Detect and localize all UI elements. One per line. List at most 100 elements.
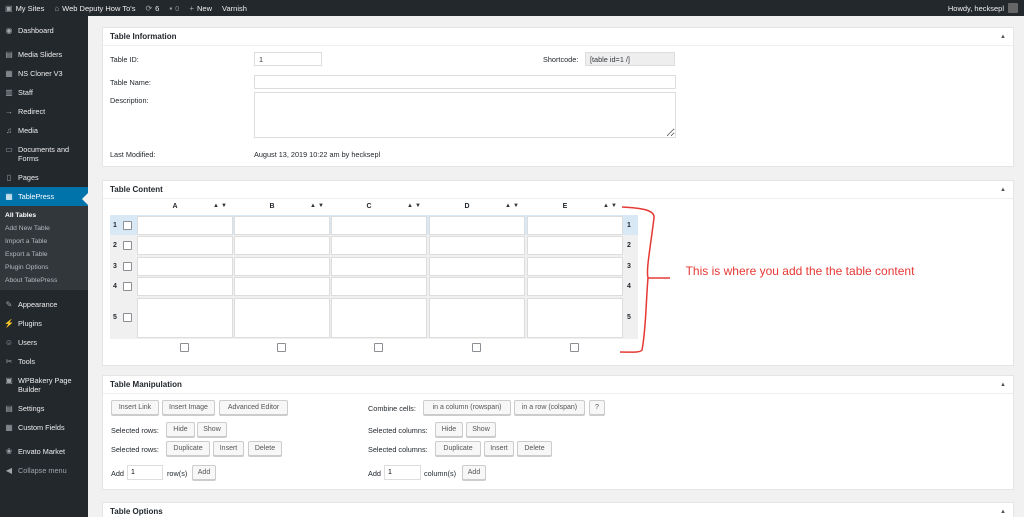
table-information-header[interactable]: Table Information ▲ — [103, 28, 1013, 46]
sidebar-item-pages[interactable]: ▯ Pages — [0, 168, 88, 187]
sort-arrows-icon[interactable]: ▲▼ — [213, 203, 229, 209]
sidebar-item-custom-fields[interactable]: ▦ Custom Fields — [0, 418, 88, 437]
collapse-toggle-icon[interactable]: ▲ — [1000, 187, 1006, 193]
row-select-checkbox[interactable] — [123, 281, 132, 291]
sidebar-item-redirect[interactable]: → Redirect — [0, 102, 88, 121]
table-cell-input[interactable] — [234, 298, 330, 338]
add-rows-button[interactable]: Add — [192, 465, 216, 480]
table-cell-input[interactable] — [429, 216, 525, 235]
duplicate-rows-button[interactable]: Duplicate — [166, 441, 210, 456]
hide-rows-button[interactable]: Hide — [166, 422, 195, 437]
last-modified-value: August 13, 2019 10:22 am by hecksepl — [254, 150, 381, 159]
collapse-menu-button[interactable]: ◀ Collapse menu — [0, 461, 88, 480]
table-cell-input[interactable] — [137, 298, 233, 338]
column-select-checkbox[interactable] — [277, 343, 286, 352]
column-select-checkbox[interactable] — [180, 343, 189, 352]
submenu-about[interactable]: About TablePress — [0, 274, 88, 287]
sidebar-item-label: Collapse menu — [18, 466, 67, 475]
table-cell-input[interactable] — [137, 277, 233, 296]
table-cell-input[interactable] — [429, 298, 525, 338]
row-select-checkbox[interactable] — [123, 313, 132, 322]
submenu-all-tables[interactable]: All Tables — [0, 209, 88, 222]
insert-columns-button[interactable]: Insert — [484, 441, 514, 456]
column-select-checkbox[interactable] — [570, 343, 579, 352]
sidebar-item-staff[interactable]: ▥ Staff — [0, 83, 88, 102]
table-cell-input[interactable] — [137, 236, 233, 255]
staff-icon: ▥ — [5, 88, 13, 97]
delete-rows-button[interactable]: Delete — [248, 441, 282, 456]
table-cell-input[interactable] — [331, 277, 427, 296]
sidebar-item-ns-cloner[interactable]: ▦ NS Cloner V3 — [0, 64, 88, 83]
table-content-header[interactable]: Table Content ▲ — [103, 181, 1013, 199]
show-columns-button[interactable]: Show — [466, 422, 496, 437]
table-cell-input[interactable] — [137, 257, 233, 276]
collapse-toggle-icon[interactable]: ▲ — [1000, 382, 1006, 388]
table-cell-input[interactable] — [429, 277, 525, 296]
table-name-input[interactable] — [254, 75, 676, 89]
combine-rowspan-button[interactable]: in a column (rowspan) — [423, 400, 511, 415]
sidebar-item-appearance[interactable]: ✎ Appearance — [0, 295, 88, 314]
hide-columns-button[interactable]: Hide — [435, 422, 463, 437]
sidebar-item-users[interactable]: ☺ Users — [0, 333, 88, 352]
table-manipulation-header[interactable]: Table Manipulation ▲ — [103, 376, 1013, 394]
table-cell-input[interactable] — [137, 216, 233, 235]
insert-link-button[interactable]: Insert Link — [111, 400, 159, 415]
add-columns-button[interactable]: Add — [462, 465, 486, 480]
table-id-input[interactable] — [254, 52, 322, 66]
table-cell-input[interactable] — [234, 216, 330, 235]
site-name-link[interactable]: ⌂ Web Deputy How To's — [49, 0, 140, 16]
collapse-toggle-icon[interactable]: ▲ — [1000, 509, 1006, 515]
submenu-add-new-table[interactable]: Add New Table — [0, 222, 88, 235]
table-options-header[interactable]: Table Options ▲ — [103, 503, 1013, 517]
account-menu[interactable]: Howdy, hecksepl — [948, 3, 1024, 13]
sidebar-item-tools[interactable]: ✂ Tools — [0, 352, 88, 371]
sidebar-item-documents[interactable]: ▭ Documents and Forms — [0, 140, 88, 168]
table-cell-input[interactable] — [234, 236, 330, 255]
column-select-checkbox[interactable] — [374, 343, 383, 352]
row-select-checkbox[interactable] — [123, 261, 132, 271]
table-cell-input[interactable] — [429, 236, 525, 255]
table-cell-input[interactable] — [429, 257, 525, 276]
updates-link[interactable]: ⟳ 6 — [140, 0, 164, 16]
sort-arrows-icon[interactable]: ▲▼ — [310, 203, 326, 209]
show-rows-button[interactable]: Show — [197, 422, 227, 437]
row-select-checkbox[interactable] — [123, 240, 132, 250]
table-cell-input[interactable] — [331, 236, 427, 255]
sidebar-item-dashboard[interactable]: ◉ Dashboard — [0, 21, 88, 40]
sidebar-item-media[interactable]: ♫ Media — [0, 121, 88, 140]
sidebar-item-media-sliders[interactable]: ▤ Media Sliders — [0, 45, 88, 64]
row-select-checkbox[interactable] — [123, 220, 132, 230]
table-cell-input[interactable] — [234, 277, 330, 296]
sidebar-item-envato[interactable]: ❀ Envato Market — [0, 442, 88, 461]
insert-image-button[interactable]: Insert Image — [162, 400, 215, 415]
sidebar-item-wpbakery[interactable]: ▣ WPBakery Page Builder — [0, 371, 88, 399]
add-columns-input[interactable] — [384, 465, 421, 480]
duplicate-columns-button[interactable]: Duplicate — [435, 441, 481, 456]
column-select-checkbox[interactable] — [472, 343, 481, 352]
sidebar-item-plugins[interactable]: ⚡ Plugins — [0, 314, 88, 333]
new-content-link[interactable]: + New — [184, 0, 217, 16]
table-cell-input[interactable] — [331, 257, 427, 276]
table-cell-input[interactable] — [331, 298, 427, 338]
table-cell-input[interactable] — [331, 216, 427, 235]
shortcode-field[interactable] — [585, 52, 675, 66]
submenu-import-table[interactable]: Import a Table — [0, 235, 88, 248]
table-cell-input[interactable] — [234, 257, 330, 276]
insert-rows-button[interactable]: Insert — [213, 441, 244, 456]
delete-columns-button[interactable]: Delete — [517, 441, 552, 456]
sidebar-item-tablepress[interactable]: ▦ TablePress — [0, 187, 88, 206]
submenu-export-table[interactable]: Export a Table — [0, 248, 88, 261]
description-textarea[interactable] — [254, 92, 676, 138]
collapse-toggle-icon[interactable]: ▲ — [1000, 34, 1006, 40]
advanced-editor-button[interactable]: Advanced Editor — [219, 400, 288, 415]
combine-colspan-button[interactable]: in a row (colspan) — [514, 400, 585, 415]
my-sites-link[interactable]: ▣ My Sites — [0, 0, 49, 16]
sort-arrows-icon[interactable]: ▲▼ — [407, 203, 423, 209]
varnish-link[interactable]: Varnish — [217, 0, 252, 16]
submenu-plugin-options[interactable]: Plugin Options — [0, 261, 88, 274]
help-button[interactable]: ? — [589, 400, 605, 415]
sidebar-item-settings[interactable]: ▤ Settings — [0, 399, 88, 418]
comments-link[interactable]: ▪ 0 — [164, 0, 184, 16]
sort-arrows-icon[interactable]: ▲▼ — [505, 203, 521, 209]
add-rows-input[interactable] — [127, 465, 163, 480]
